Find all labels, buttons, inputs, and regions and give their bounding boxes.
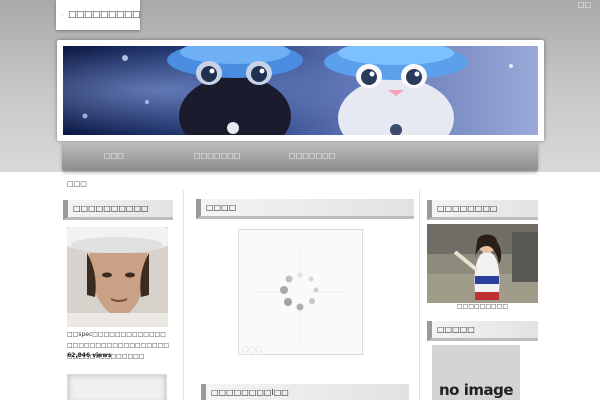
header-banner: [57, 40, 544, 141]
column-divider: [419, 190, 420, 400]
main-section-title-2: □□□□□□□□l□□: [201, 384, 409, 400]
lotus-logo-icon: [61, 14, 63, 16]
cats-banner-image: [63, 46, 538, 135]
nav-item-3[interactable]: □□□□□□□: [289, 152, 335, 160]
breadcrumb[interactable]: □□□: [67, 180, 87, 188]
nav-item-1[interactable]: □□□: [104, 152, 124, 160]
loading-spinner-icon: [280, 272, 319, 311]
left-widget-title: □□□□□□□□□□: [63, 200, 173, 220]
right-widget-title-2: □□□□□: [427, 321, 538, 341]
main-nav: □□□ □□□□□□□ □□□□□□□: [62, 142, 538, 171]
post-thumbnail[interactable]: [67, 227, 168, 327]
post-views: 62,846 views: [67, 352, 112, 359]
main-section-title: □□□□: [196, 199, 414, 219]
post-thumbnail-2[interactable]: [67, 374, 167, 400]
loading-widget: ◯◯◯: [238, 229, 363, 355]
site-title: □□□□□□□□□: [67, 10, 141, 20]
site-logo[interactable]: □□□□□□□□□: [56, 0, 141, 30]
featured-photo[interactable]: [427, 224, 538, 303]
nav-item-2[interactable]: □□□□□□□: [194, 152, 240, 160]
no-image-placeholder[interactable]: no image: [432, 345, 520, 400]
featured-photo-caption[interactable]: □□□□□□□□□: [427, 303, 538, 310]
right-widget-title-1: □□□□□□□□: [427, 200, 538, 220]
top-link[interactable]: □□: [578, 1, 591, 9]
svg-text:◯◯◯: ◯◯◯: [242, 346, 262, 353]
no-image-text: no image: [438, 381, 514, 399]
column-divider: [183, 190, 184, 400]
